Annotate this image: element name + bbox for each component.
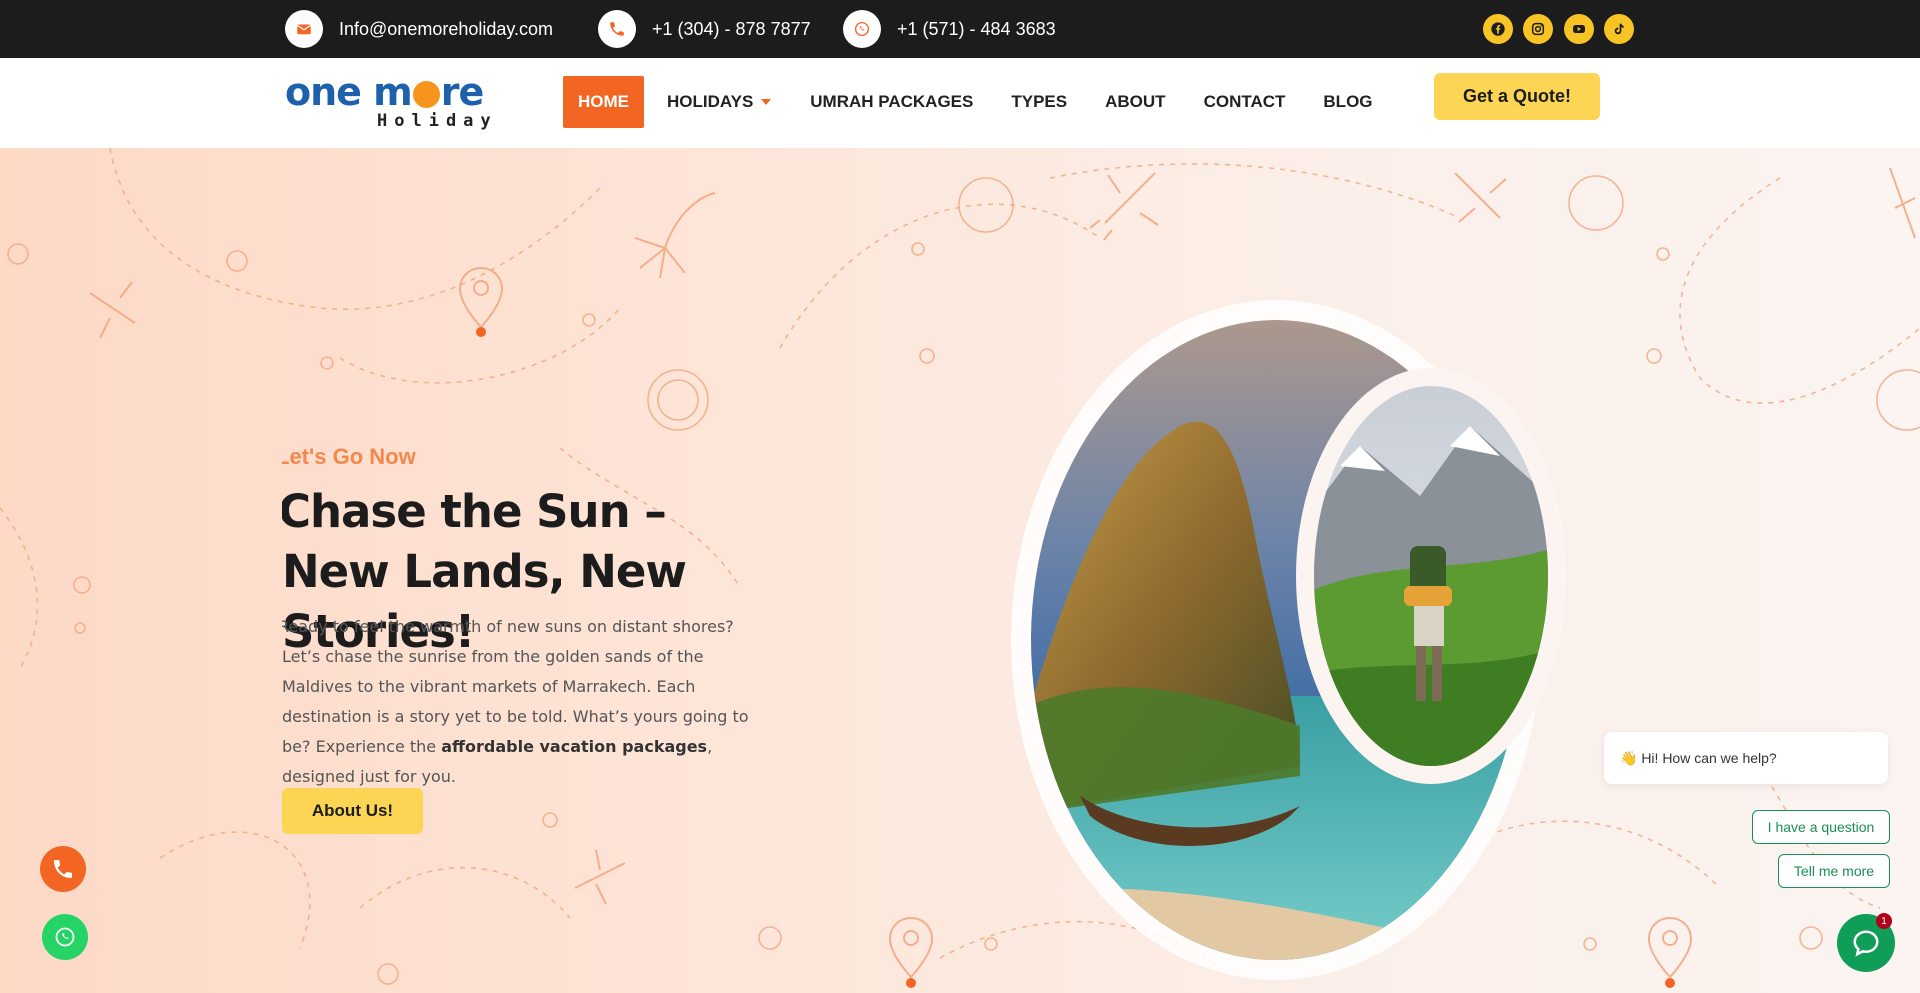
call-floating-button[interactable] [40, 846, 86, 892]
instagram-icon[interactable] [1523, 14, 1553, 44]
chat-bubble-icon [1853, 930, 1879, 957]
nav-home-label: HOME [578, 92, 629, 111]
hero-paragraph-text: Ready to feel the warmth of new suns on … [282, 617, 749, 756]
email-text: Info@onemoreholiday.com [339, 18, 554, 39]
phone-icon [54, 860, 72, 878]
whatsapp-icon [843, 10, 881, 48]
whatsapp-contact[interactable]: +1 (571) - 484 3683 [843, 10, 1056, 48]
top-contact-bar: Info@onemoreholiday.com +1 (304) - 878 7… [0, 0, 1920, 58]
logo-wordmark: one m re [285, 70, 484, 114]
logo-sun-icon [412, 80, 440, 108]
whatsapp-icon [55, 927, 75, 947]
get-quote-button[interactable]: Get a Quote! [1434, 73, 1600, 120]
nav-blog[interactable]: BLOG [1323, 92, 1372, 112]
chat-notification-badge: 1 [1876, 913, 1892, 929]
email-contact[interactable]: Info@onemoreholiday.com [285, 10, 553, 48]
chat-option-question[interactable]: I have a question [1752, 810, 1890, 844]
nav-holidays[interactable]: HOLIDAYS [667, 92, 772, 112]
whatsapp-text: +1 (571) - 484 3683 [897, 18, 1056, 39]
about-us-button[interactable]: About Us! [282, 788, 423, 834]
main-header: one m re Holiday HOME HOLIDAYS UMRAH PACK… [0, 58, 1920, 149]
nav-umrah-packages[interactable]: UMRAH PACKAGES [810, 92, 973, 112]
phone-text: +1 (304) - 878 7877 [652, 18, 811, 39]
phone-icon [598, 10, 636, 48]
hero-paragraph: Ready to feel the warmth of new suns on … [282, 612, 762, 792]
chat-option-tell-more[interactable]: Tell me more [1778, 854, 1890, 888]
nav-home[interactable]: HOME [563, 76, 644, 128]
chat-greeting-bubble: 👋 Hi! How can we help? [1604, 732, 1888, 784]
youtube-icon[interactable] [1564, 14, 1594, 44]
nav-contact[interactable]: CONTACT [1204, 92, 1286, 112]
main-nav: HOME HOLIDAYS UMRAH PACKAGES TYPES ABOUT… [563, 76, 1373, 128]
nav-about[interactable]: ABOUT [1105, 92, 1165, 112]
tiktok-icon[interactable] [1604, 14, 1634, 44]
logo-subtitle: Holiday [377, 111, 498, 131]
chevron-down-icon [761, 99, 772, 105]
site-logo[interactable]: one m re Holiday [285, 70, 498, 134]
hero-section: Let's Go Now Chase the Sun – New Lands, … [0, 148, 1920, 993]
nav-holidays-label: HOLIDAYS [667, 92, 754, 111]
hero-eyebrow: Let's Go Now [282, 444, 416, 469]
hero-image-collage [1011, 300, 1566, 980]
hero-paragraph-link[interactable]: affordable vacation packages [441, 737, 707, 756]
whatsapp-floating-button[interactable] [42, 914, 88, 960]
facebook-icon[interactable] [1483, 14, 1513, 44]
envelope-icon [285, 10, 323, 48]
phone-contact[interactable]: +1 (304) - 878 7877 [598, 10, 811, 48]
nav-types[interactable]: TYPES [1011, 92, 1067, 112]
